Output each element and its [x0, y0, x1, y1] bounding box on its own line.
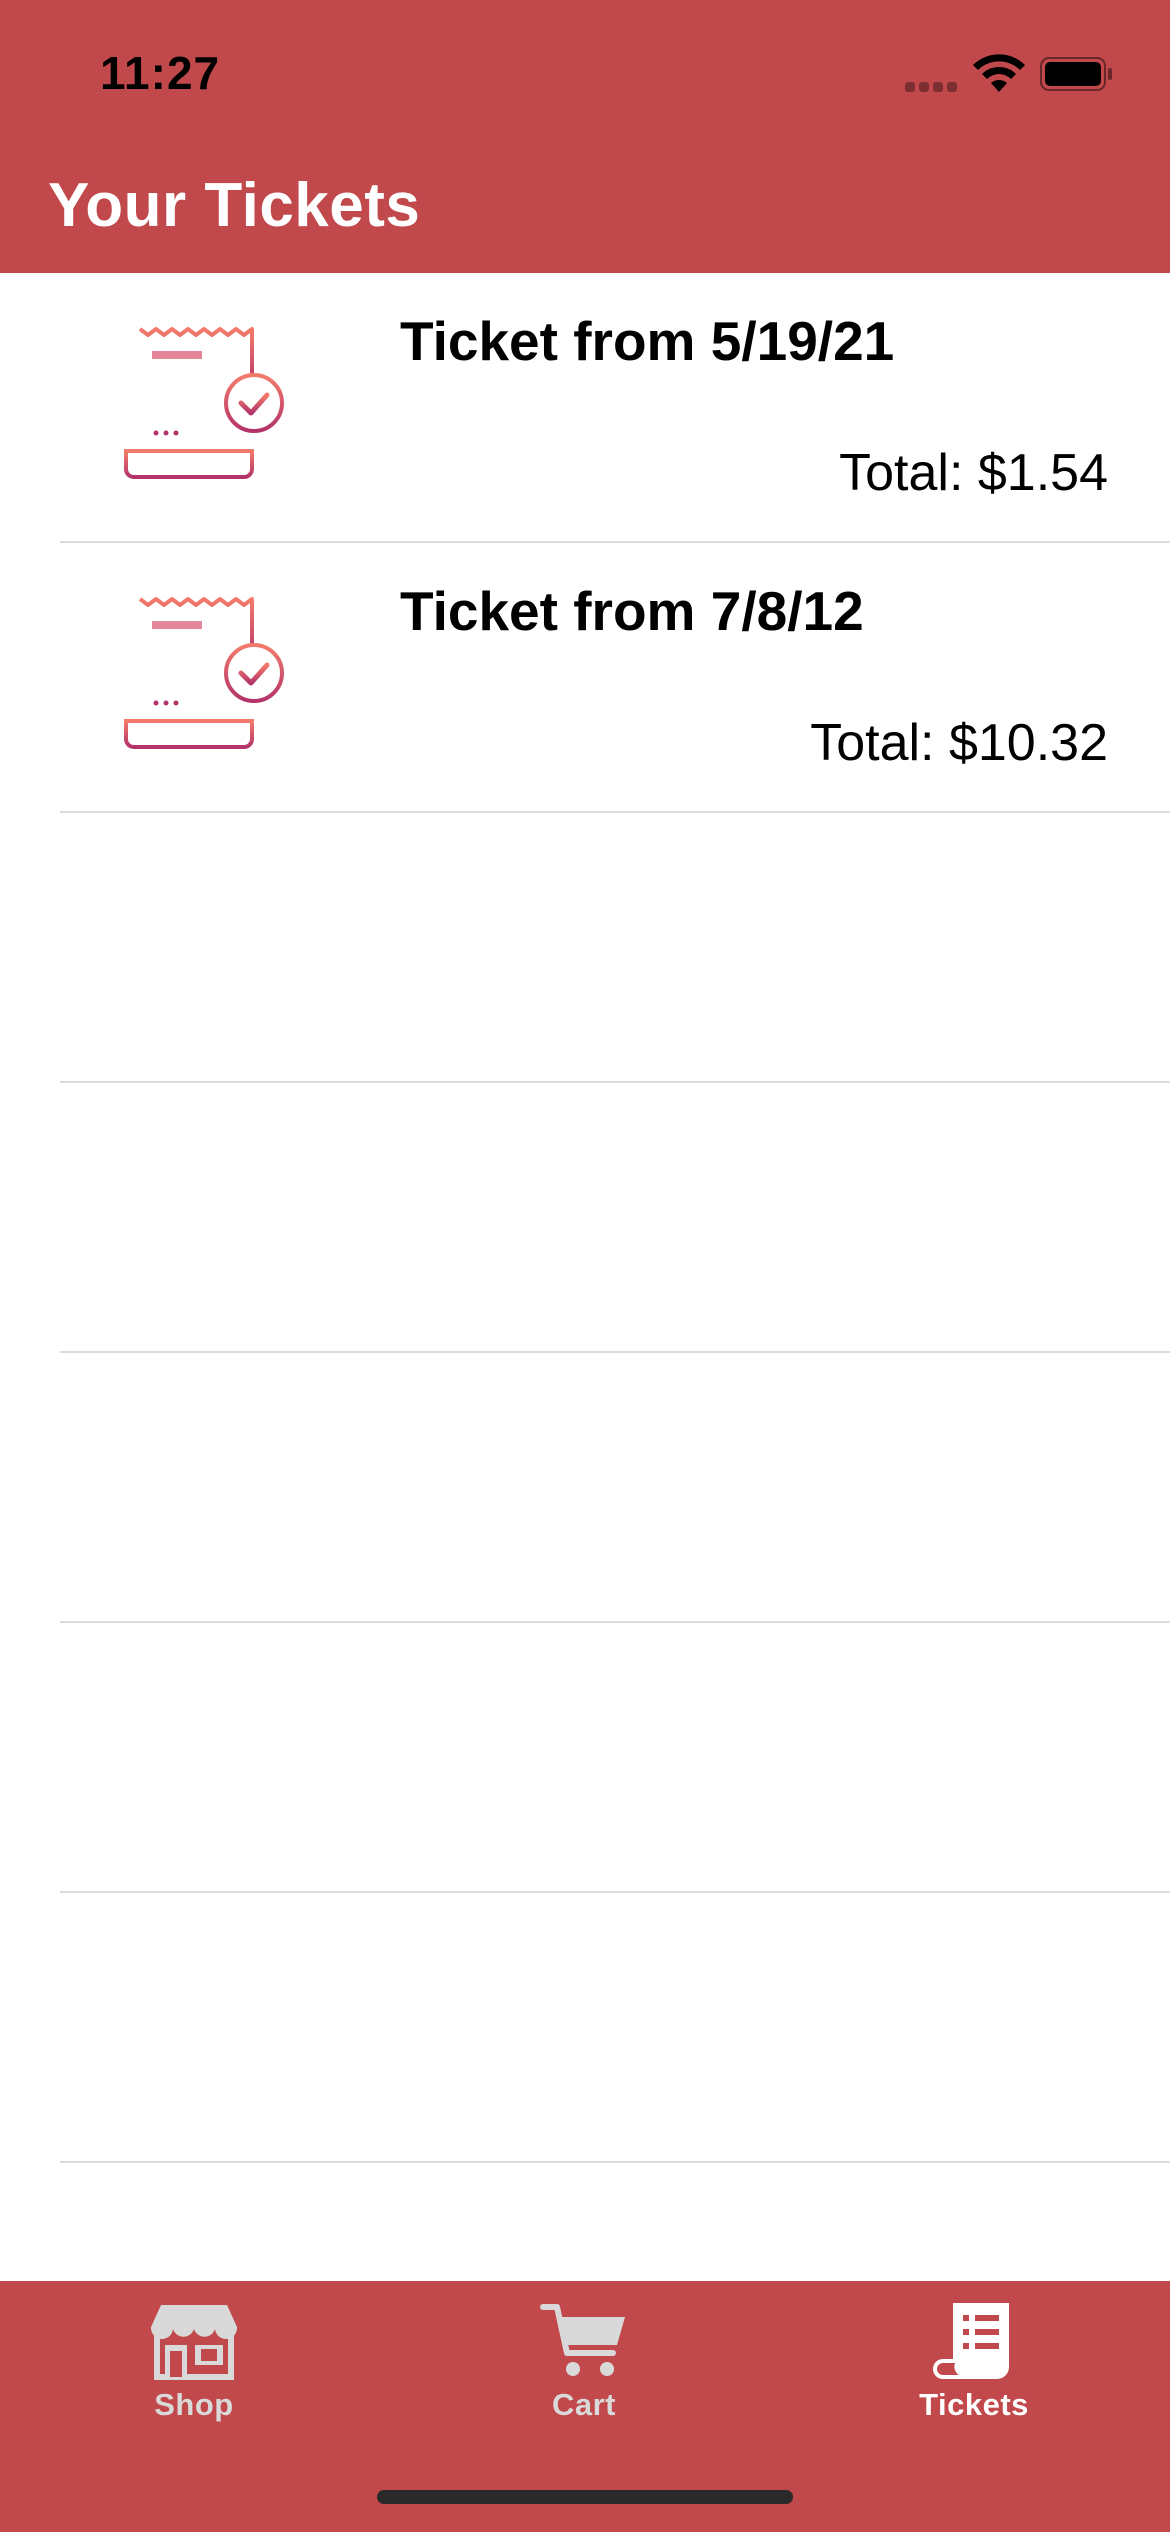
tab-tickets[interactable]: Tickets: [874, 2301, 1074, 2441]
tab-label: Shop: [154, 2387, 234, 2422]
empty-row: [60, 1353, 1170, 1623]
tab-cart[interactable]: Cart: [484, 2301, 684, 2441]
header: 11:27 Your Tickets: [0, 0, 1170, 273]
ticket-total: Total: $1.54: [839, 444, 1108, 502]
tickets-list[interactable]: Ticket from 5/19/21 Total: $1.54 Ticket …: [0, 273, 1170, 2281]
cart-icon: [540, 2304, 625, 2376]
tab-bar: Shop Cart Tickets: [0, 2281, 1170, 2532]
ticket-title: Ticket from 7/8/12: [400, 580, 864, 642]
ticket-row[interactable]: Ticket from 7/8/12 Total: $10.32: [60, 543, 1170, 813]
empty-row: [60, 813, 1170, 1083]
empty-row: [60, 1893, 1170, 2163]
storefront-icon: [150, 2305, 238, 2380]
ticket-title: Ticket from 5/19/21: [400, 310, 895, 372]
receipt-icon: [933, 2303, 1009, 2379]
tab-shop[interactable]: Shop: [94, 2301, 294, 2441]
status-time: 11:27: [100, 47, 221, 99]
ticket-total: Total: $10.32: [810, 714, 1108, 772]
tab-label: Cart: [551, 2387, 616, 2422]
wifi-icon: [973, 54, 1025, 92]
home-indicator[interactable]: [377, 2490, 793, 2504]
tab-label: Tickets: [919, 2387, 1029, 2422]
ticket-row[interactable]: Ticket from 5/19/21 Total: $1.54: [60, 273, 1170, 543]
receipt-check-icon: [124, 597, 284, 749]
battery-icon: [1040, 57, 1112, 91]
empty-row: [60, 1083, 1170, 1353]
tickets-screen: 11:27 Your Tickets Ticket from 5/19/21 T…: [0, 0, 1170, 2532]
empty-row: [60, 1623, 1170, 1893]
cellular-signal-icon: [905, 82, 959, 92]
page-title: Your Tickets: [48, 171, 421, 240]
receipt-check-icon: [124, 327, 284, 479]
